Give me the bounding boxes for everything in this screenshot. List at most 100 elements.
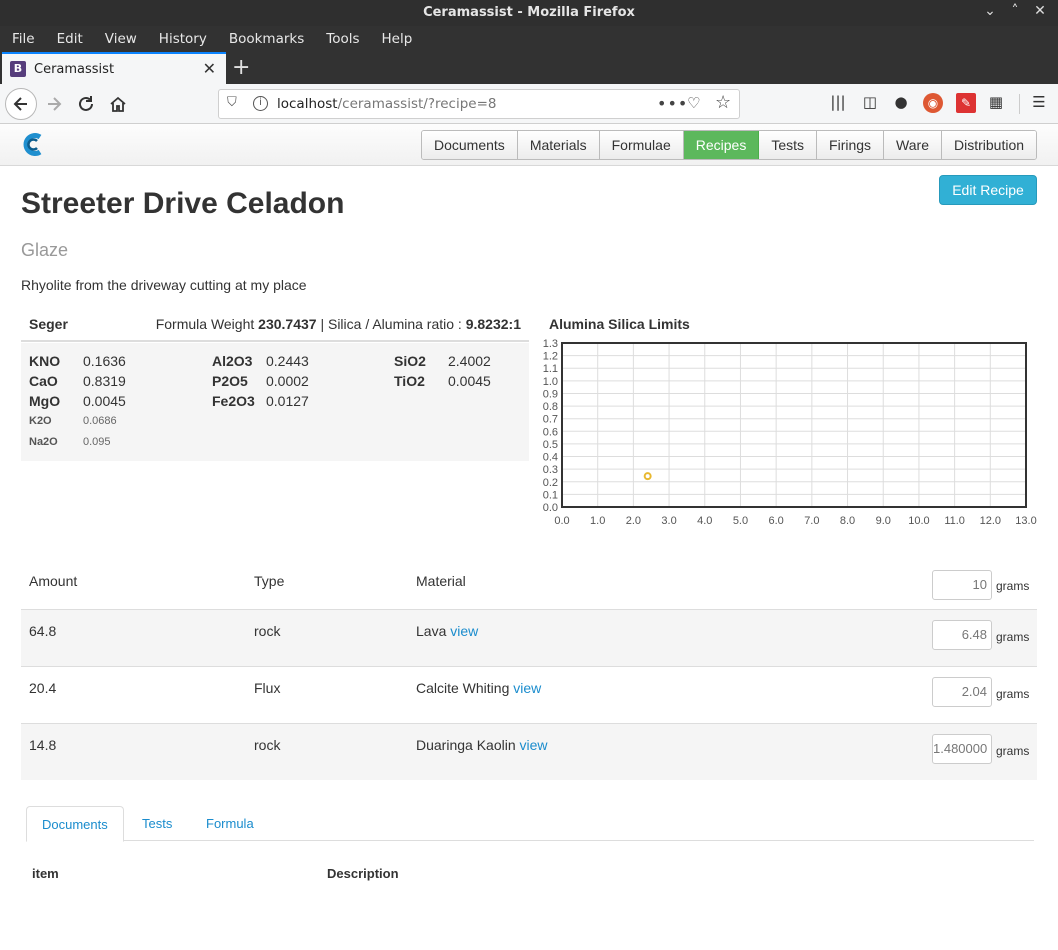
menu-bookmarks[interactable]: Bookmarks xyxy=(229,31,304,47)
view-link[interactable]: view xyxy=(520,737,548,753)
oxide-k2o: K2O 0.0686 xyxy=(29,415,117,427)
tab-documents[interactable]: Documents xyxy=(26,806,124,842)
y-tick-label: 0.1 xyxy=(543,489,558,501)
x-tick-label: 13.0 xyxy=(1015,515,1036,527)
grams-unit: grams xyxy=(996,579,1030,593)
menu-history[interactable]: History xyxy=(159,31,207,47)
table-row: 14.8 rock Duaringa Kaolin view 1.480000 … xyxy=(21,723,1037,780)
tab-formula[interactable]: Formula xyxy=(191,806,269,841)
menu-tools[interactable]: Tools xyxy=(326,31,359,47)
oxide-cao: CaO 0.8319 xyxy=(29,373,126,389)
grid-extension-icon[interactable]: ▦ xyxy=(986,93,1006,113)
oxide-fe2o3: Fe2O3 0.0127 xyxy=(212,393,309,409)
recipe-description: Rhyolite from the driveway cutting at my… xyxy=(21,277,307,293)
tab-tests[interactable]: Tests xyxy=(127,806,187,841)
menu-file[interactable]: File xyxy=(12,31,35,47)
y-tick-label: 0.0 xyxy=(543,502,558,514)
bottom-tabs: Documents Tests Formula xyxy=(26,806,1034,842)
recipe-title: Streeter Drive Celadon xyxy=(21,187,345,220)
app-logo[interactable] xyxy=(20,132,45,157)
x-tick-label: 2.0 xyxy=(626,515,641,527)
extension-icon[interactable]: ✎ xyxy=(956,93,976,113)
column-item: item xyxy=(32,866,59,881)
reload-icon[interactable] xyxy=(72,90,100,118)
x-tick-label: 8.0 xyxy=(840,515,855,527)
oxide-al2o3: Al2O3 0.2443 xyxy=(212,353,309,369)
nav-toolbar: ⛉ i localhost/ceramassist/?recipe=8 ••• … xyxy=(0,84,1058,124)
new-tab-icon[interactable]: + xyxy=(232,55,250,80)
menu-edit[interactable]: Edit xyxy=(57,31,83,47)
nav-tests[interactable]: Tests xyxy=(759,131,818,159)
recipe-type: Glaze xyxy=(21,240,69,260)
chart-svg: 0.00.10.20.30.40.50.60.70.80.91.01.11.21… xyxy=(543,338,1037,527)
tab-close-icon[interactable]: ✕ xyxy=(203,59,216,78)
grams-unit: grams xyxy=(996,687,1030,701)
grams-input[interactable]: 2.04 xyxy=(932,677,992,707)
view-link[interactable]: view xyxy=(450,623,478,639)
x-tick-label: 5.0 xyxy=(733,515,748,527)
x-tick-label: 4.0 xyxy=(697,515,712,527)
table-row: 64.8 rock Lava view 6.48 grams xyxy=(21,609,1037,666)
edit-recipe-button[interactable]: Edit Recipe xyxy=(939,175,1037,205)
oxide-sio2: SiO2 2.4002 xyxy=(394,353,491,369)
close-window-icon[interactable]: ✕ xyxy=(1032,3,1048,19)
x-tick-label: 10.0 xyxy=(908,515,929,527)
minimize-icon[interactable]: ⌄ xyxy=(982,3,998,19)
toolbar-divider xyxy=(1019,94,1020,114)
nav-firings[interactable]: Firings xyxy=(817,131,885,159)
row-type: rock xyxy=(254,737,281,753)
forward-icon[interactable] xyxy=(40,90,68,118)
x-tick-label: 11.0 xyxy=(944,515,965,527)
chart-frame xyxy=(561,342,1027,508)
formula-weight: Formula Weight 230.7437 | Silica / Alumi… xyxy=(155,316,521,332)
y-tick-label: 0.3 xyxy=(543,464,558,476)
nav-materials[interactable]: Materials xyxy=(517,131,600,159)
y-tick-label: 0.4 xyxy=(543,452,558,464)
oxide-na2o: Na2O 0.095 xyxy=(29,436,111,448)
row-material: Duaringa Kaolin view xyxy=(416,737,548,753)
nav-distribution[interactable]: Distribution xyxy=(941,131,1037,159)
url-bar[interactable]: ⛉ i localhost/ceramassist/?recipe=8 ••• … xyxy=(218,89,740,119)
menu-help[interactable]: Help xyxy=(382,31,413,47)
window-titlebar: Ceramassist - Mozilla Firefox ⌄ ˄ ✕ xyxy=(0,0,1058,26)
oxide-p2o5: P2O5 0.0002 xyxy=(212,373,309,389)
nav-ware[interactable]: Ware xyxy=(884,131,942,159)
y-tick-label: 0.9 xyxy=(543,388,558,400)
bookmark-star-icon[interactable]: ☆ xyxy=(715,92,731,113)
nav-documents[interactable]: Documents xyxy=(422,131,518,159)
oxide-kno: KNO 0.1636 xyxy=(29,353,126,369)
browser-tab[interactable]: B Ceramassist ✕ xyxy=(2,52,226,84)
nav-formulae[interactable]: Formulae xyxy=(599,131,684,159)
x-tick-label: 9.0 xyxy=(876,515,891,527)
hamburger-menu-icon[interactable]: ☰ xyxy=(1029,93,1049,113)
grams-unit: grams xyxy=(996,744,1030,758)
view-link[interactable]: view xyxy=(513,680,541,696)
grams-input[interactable]: 1.480000 xyxy=(932,734,992,764)
duckduckgo-icon[interactable]: ◉ xyxy=(923,93,943,113)
header-type: Type xyxy=(254,573,285,589)
back-icon[interactable] xyxy=(5,88,37,120)
url-text[interactable]: localhost/ceramassist/?recipe=8 xyxy=(277,96,497,112)
y-tick-label: 1.3 xyxy=(543,338,558,350)
library-icon[interactable]: ||| xyxy=(828,93,848,113)
home-icon[interactable] xyxy=(104,90,132,118)
y-tick-label: 0.2 xyxy=(543,477,558,489)
x-tick-label: 1.0 xyxy=(590,515,605,527)
nav-recipes[interactable]: Recipes xyxy=(683,131,760,159)
sidebar-icon[interactable]: ◫ xyxy=(860,93,880,113)
batch-size-input[interactable]: 10 xyxy=(932,570,992,600)
grams-input[interactable]: 6.48 xyxy=(932,620,992,650)
account-icon[interactable]: ● xyxy=(891,93,911,113)
maximize-icon[interactable]: ˄ xyxy=(1007,3,1023,19)
x-tick-label: 3.0 xyxy=(661,515,676,527)
y-tick-label: 1.1 xyxy=(543,363,558,375)
x-tick-label: 7.0 xyxy=(804,515,819,527)
page-actions-icon[interactable]: ••• xyxy=(657,94,688,113)
y-tick-label: 0.5 xyxy=(543,439,558,451)
menu-view[interactable]: View xyxy=(105,31,137,47)
menu-bar: File Edit View History Bookmarks Tools H… xyxy=(0,26,1058,52)
info-icon[interactable]: i xyxy=(253,96,268,111)
app-navbar: Documents Materials Formulae Recipes Tes… xyxy=(0,124,1058,166)
pocket-icon[interactable]: ♡ xyxy=(687,94,700,112)
shield-icon[interactable]: ⛉ xyxy=(227,95,237,110)
